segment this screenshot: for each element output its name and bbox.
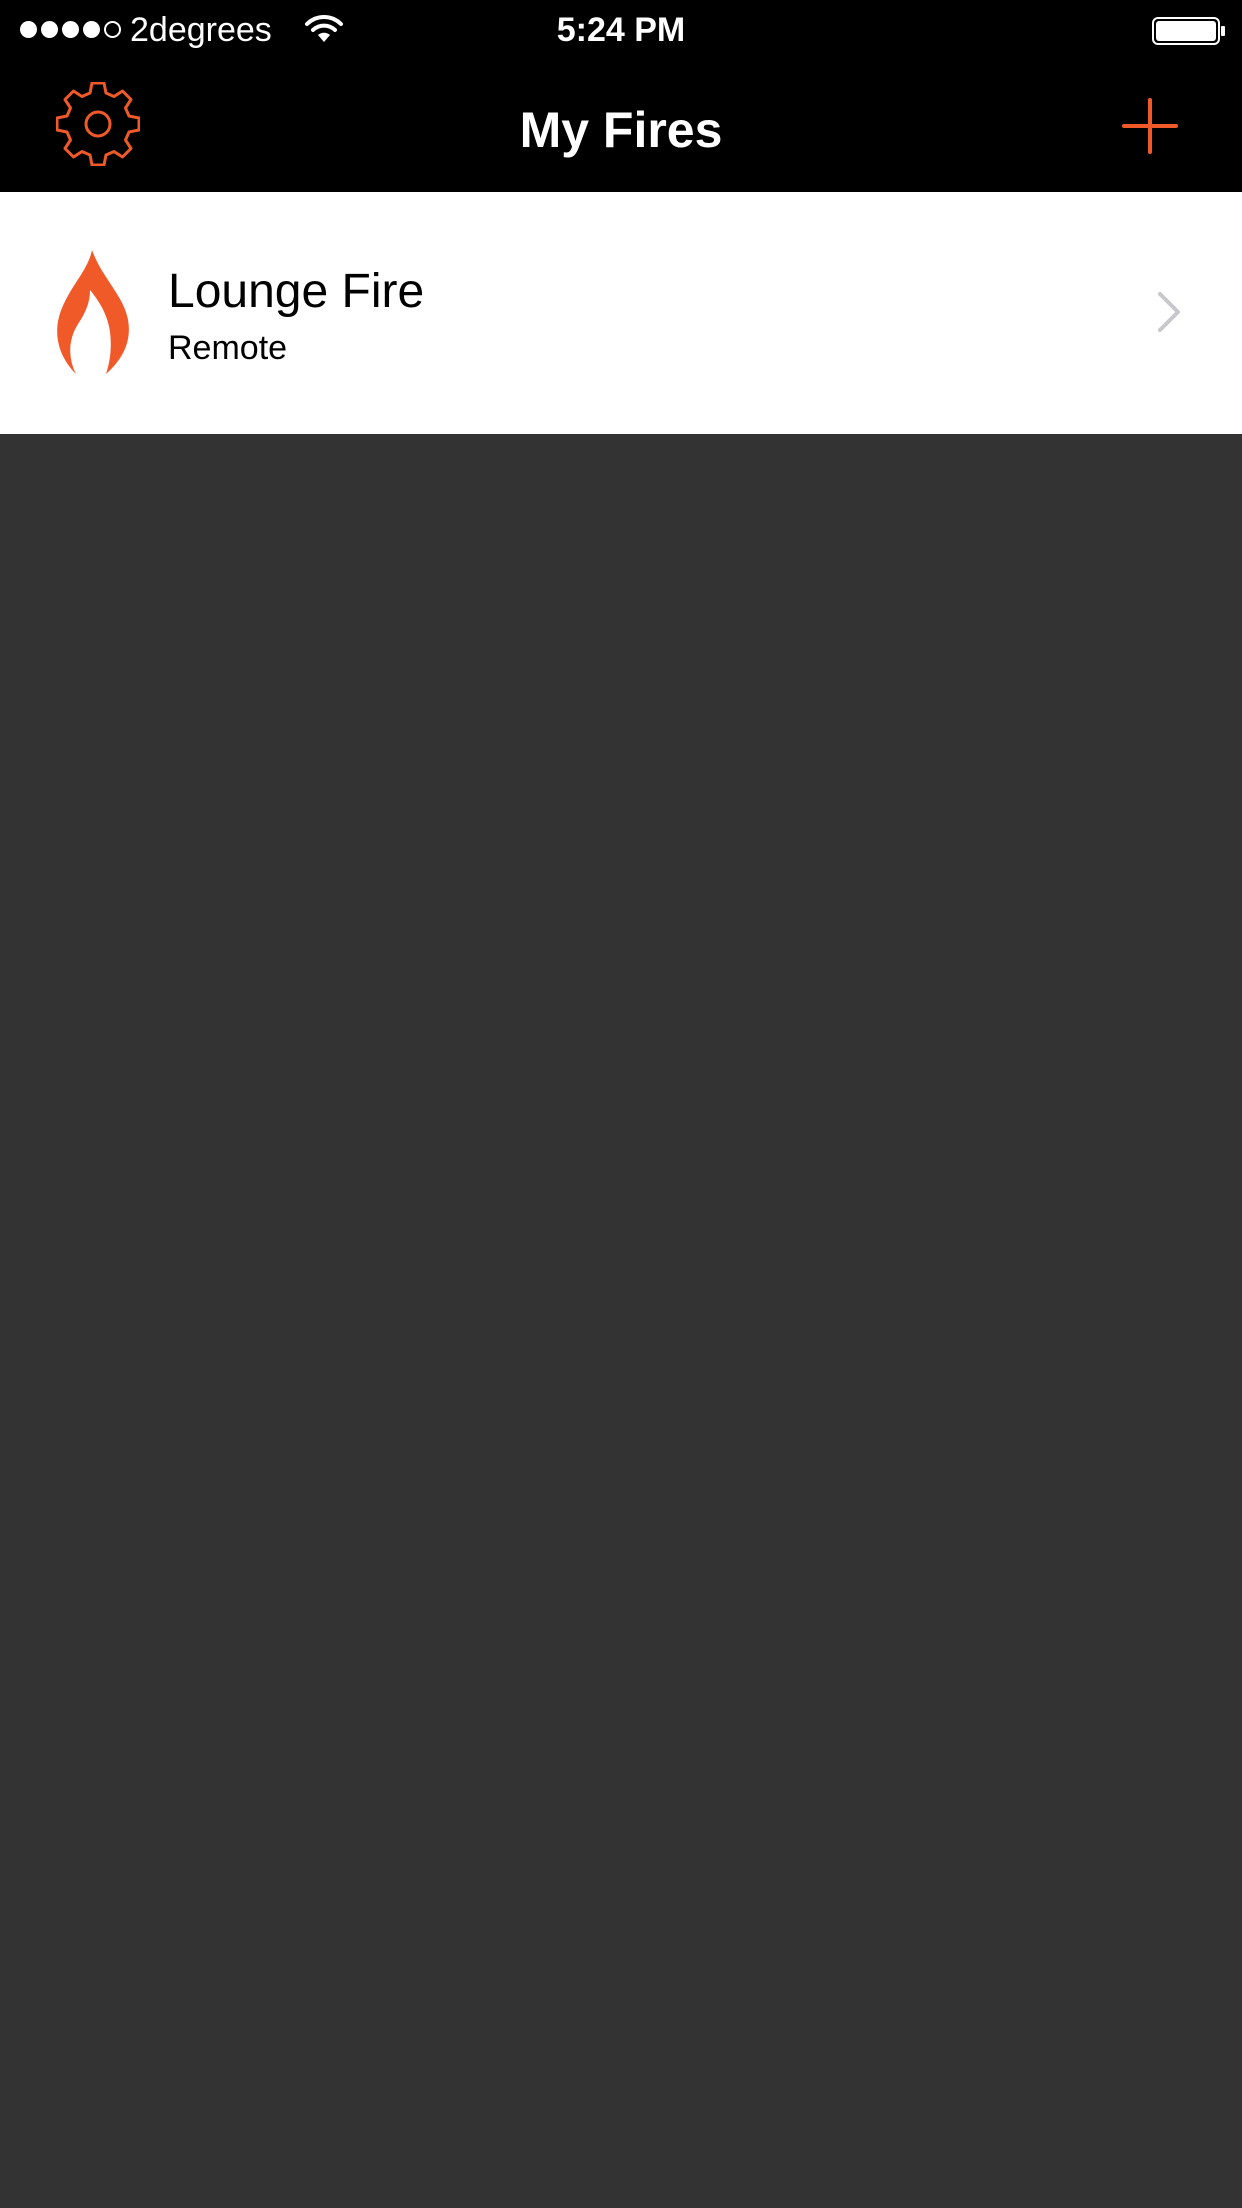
screen: 2degrees 5:24 PM My Fires Lounge Fire Re… [0, 0, 1242, 2208]
fire-mode: Remote [168, 329, 288, 367]
flame-icon [57, 250, 129, 374]
fire-list-item[interactable]: Lounge Fire Remote [0, 192, 1242, 434]
battery-icon [1152, 17, 1225, 45]
navigation-bar: My Fires [0, 60, 1242, 192]
status-bar: 2degrees 5:24 PM [0, 0, 1242, 60]
fire-list: Lounge Fire Remote [0, 192, 1242, 434]
page-title: My Fires [519, 102, 723, 158]
status-time: 5:24 PM [556, 11, 686, 49]
fire-name: Lounge Fire [168, 265, 425, 318]
plus-icon[interactable] [1120, 96, 1180, 156]
chevron-right-icon [1158, 292, 1180, 332]
